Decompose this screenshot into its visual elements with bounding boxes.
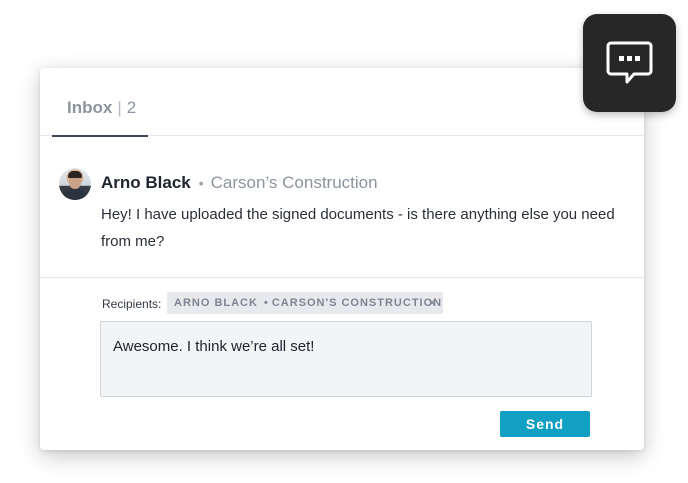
avatar-shirt: [63, 189, 87, 200]
message-body: Hey! I have uploaded the signed document…: [101, 206, 615, 250]
messages-card: Inbox | 2 Arno Black • Carson’s Construction…: [40, 68, 644, 450]
tab-separator: |: [117, 98, 122, 117]
send-button[interactable]: Send: [500, 411, 590, 437]
recipient-chip[interactable]: ARNO BLACK • CARSON'S CONSTRUCTION ✕: [167, 292, 443, 314]
tab-bar: Inbox | 2: [40, 68, 644, 137]
avatar: [59, 168, 91, 200]
message-header: Arno Black • Carson’s Construction: [101, 173, 378, 193]
tab-inbox[interactable]: Inbox | 2: [52, 68, 148, 137]
tab-inbox-label: Inbox: [67, 98, 113, 117]
tab-inbox-count: 2: [126, 98, 137, 117]
recipient-chip-dot: •: [263, 297, 269, 309]
recipient-chip-company: CARSON'S CONSTRUCTION: [271, 297, 443, 309]
reply-composer: Recipients: ARNO BLACK • CARSON'S CONSTRUC…: [40, 278, 644, 450]
sender-name[interactable]: Arno Black: [101, 173, 191, 192]
message-item: Arno Black • Carson’s Construction Hey! I …: [40, 136, 644, 278]
recipient-chip-name: ARNO BLACK: [174, 297, 258, 309]
chat-fab-button[interactable]: [583, 14, 676, 112]
tab-inbox-text: Inbox | 2: [67, 98, 136, 118]
close-icon[interactable]: ✕: [427, 292, 438, 314]
chat-bubble-ellipsis-icon: [606, 41, 653, 84]
avatar-hair: [68, 171, 82, 178]
recipients-label: Recipients:: [102, 297, 162, 311]
reply-input[interactable]: Awesome. I think we’re all set!: [100, 321, 592, 397]
sender-separator-dot: •: [198, 175, 204, 191]
sender-company: Carson’s Construction: [210, 173, 378, 192]
